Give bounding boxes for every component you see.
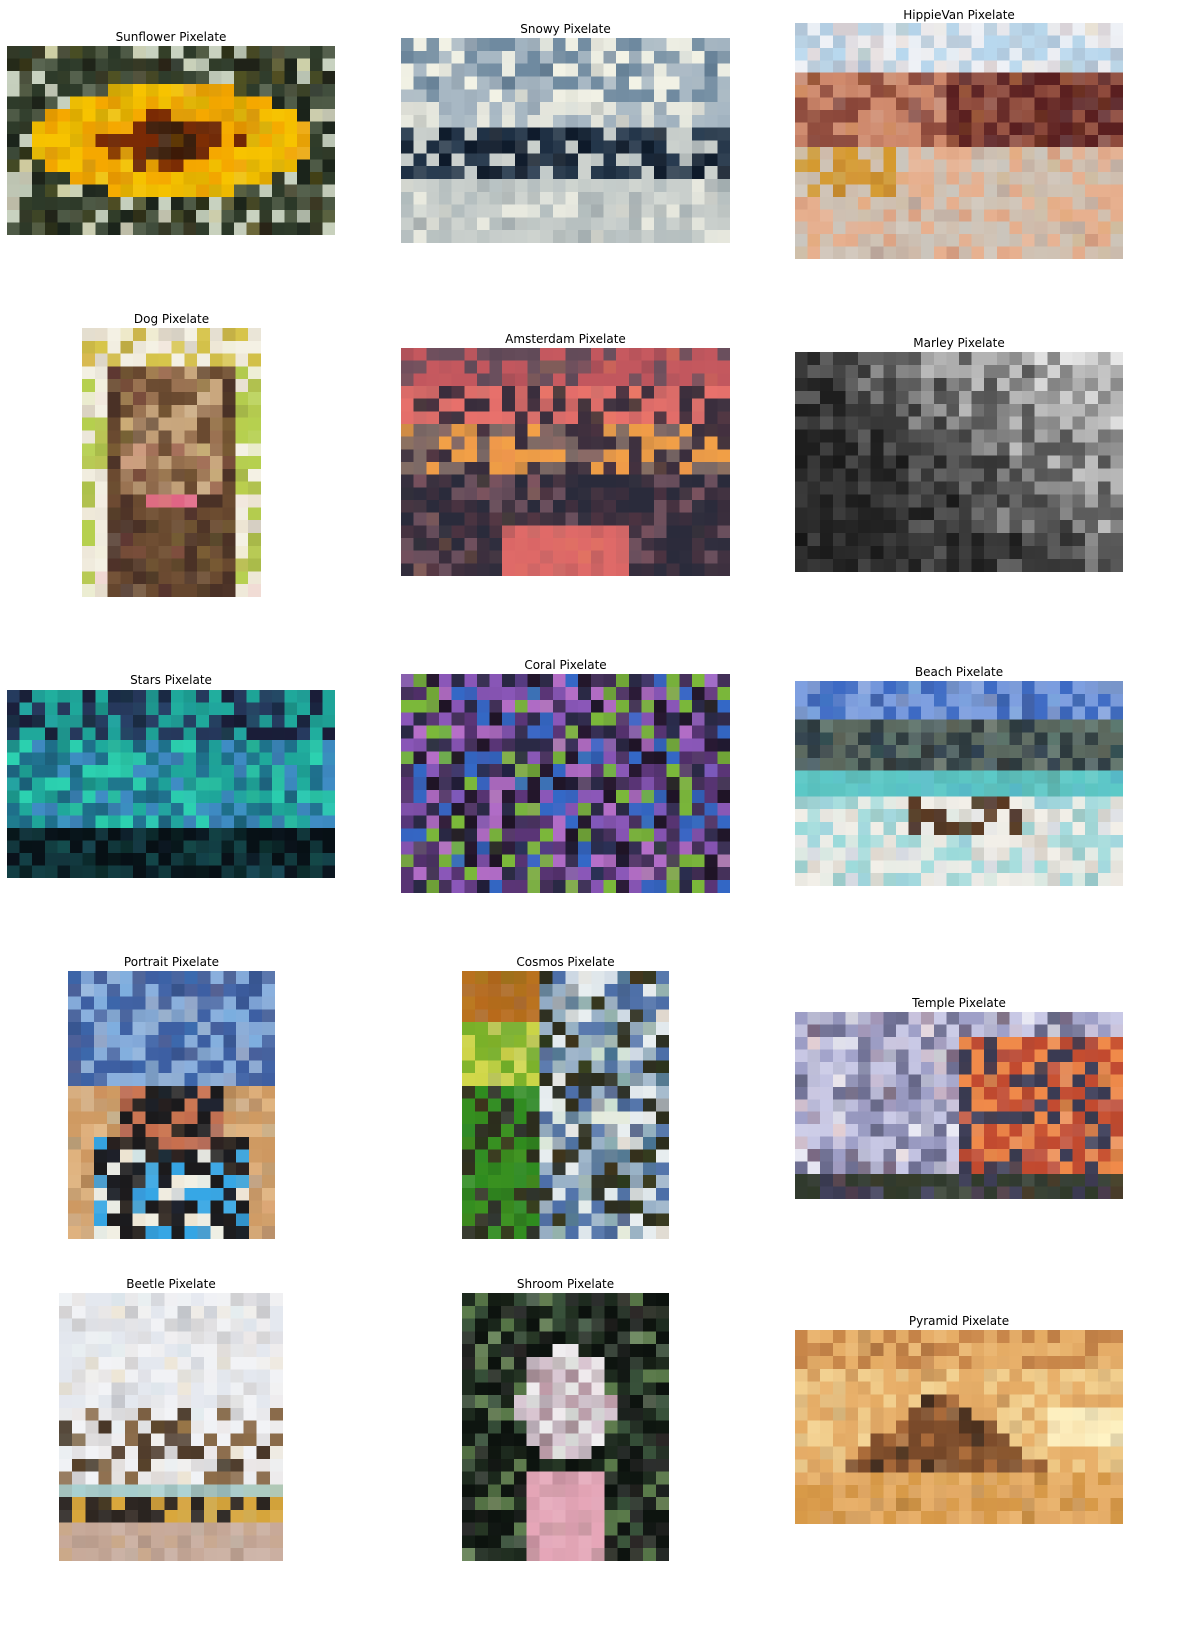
pixelated-image-beach	[795, 681, 1123, 886]
pixelated-image-pyramid	[795, 1330, 1123, 1524]
panel-title-pyramid: Pyramid Pixelate	[908, 1314, 1010, 1328]
pixelated-image-hippievan	[795, 23, 1123, 259]
pixelated-image-shroom	[462, 1293, 669, 1561]
pixelated-image-marley	[795, 352, 1123, 572]
panel-title-stars: Stars Pixelate	[130, 673, 212, 687]
pixelated-image-dog	[82, 328, 261, 597]
pixelated-image-beetle	[59, 1293, 283, 1561]
panel-title-marley: Marley Pixelate	[913, 336, 1005, 350]
pixelated-image-coral	[401, 674, 730, 893]
panel-title-shroom: Shroom Pixelate	[516, 1277, 615, 1291]
pixelated-image-stars	[7, 690, 335, 878]
panel-title-hippievan: HippieVan Pixelate	[903, 8, 1015, 22]
panel-title-portrait: Portrait Pixelate	[123, 955, 220, 969]
pixelated-image-temple	[795, 1012, 1123, 1199]
pixelated-image-portrait	[68, 971, 275, 1239]
panel-title-dog: Dog Pixelate	[133, 312, 210, 326]
panel-title-sunflower: Sunflower Pixelate	[115, 30, 227, 44]
panel-title-beach: Beach Pixelate	[914, 665, 1004, 679]
panel-title-amsterdam: Amsterdam Pixelate	[505, 332, 626, 346]
panel-title-cosmos: Cosmos Pixelate	[516, 955, 615, 969]
panel-title-coral: Coral Pixelate	[524, 658, 607, 672]
pixelated-image-cosmos	[462, 971, 669, 1239]
pixelated-image-amsterdam	[401, 348, 730, 576]
pixelated-image-sunflower	[7, 46, 335, 235]
panel-title-snowy: Snowy Pixelate	[520, 22, 611, 36]
pixelated-image-snowy	[401, 38, 730, 243]
panel-title-temple: Temple Pixelate	[912, 996, 1006, 1010]
panel-title-beetle: Beetle Pixelate	[126, 1277, 216, 1291]
